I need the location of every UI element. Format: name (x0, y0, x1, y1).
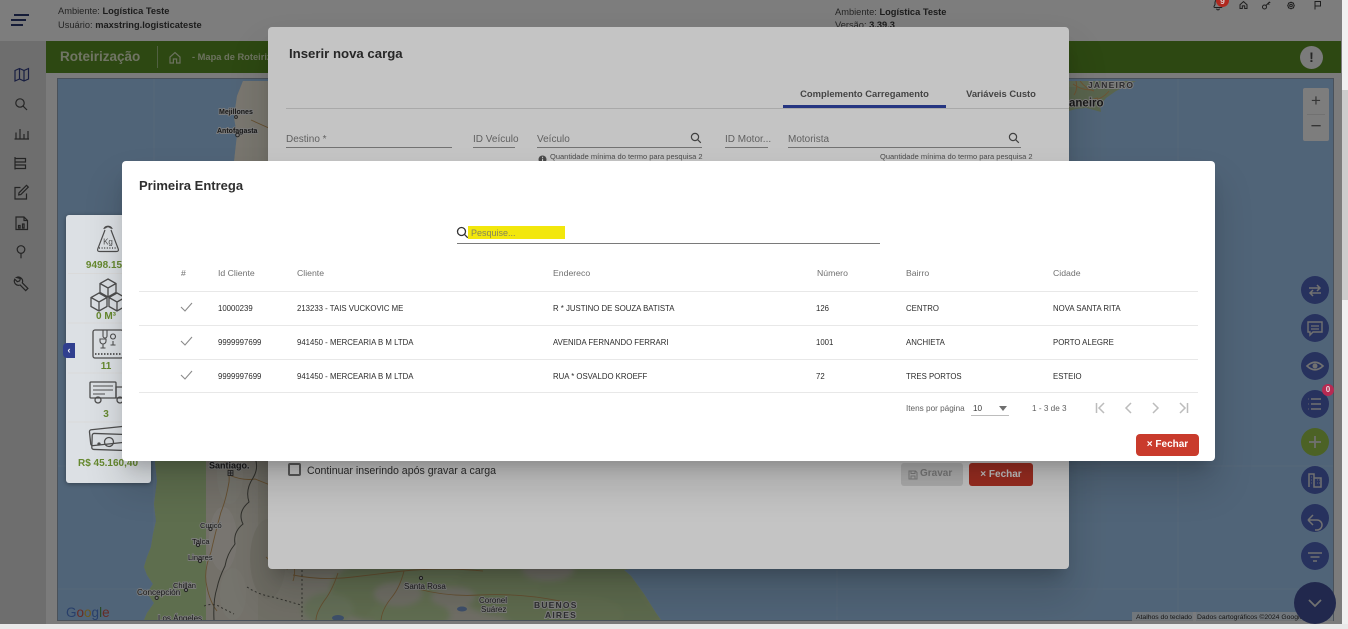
svg-text:11: 11 (101, 361, 112, 372)
svg-text:Kg: Kg (103, 238, 113, 247)
svg-text:0 M³: 0 M³ (96, 311, 117, 322)
svg-text:3: 3 (103, 409, 109, 420)
svg-text:9498.15: 9498.15 (86, 260, 123, 271)
